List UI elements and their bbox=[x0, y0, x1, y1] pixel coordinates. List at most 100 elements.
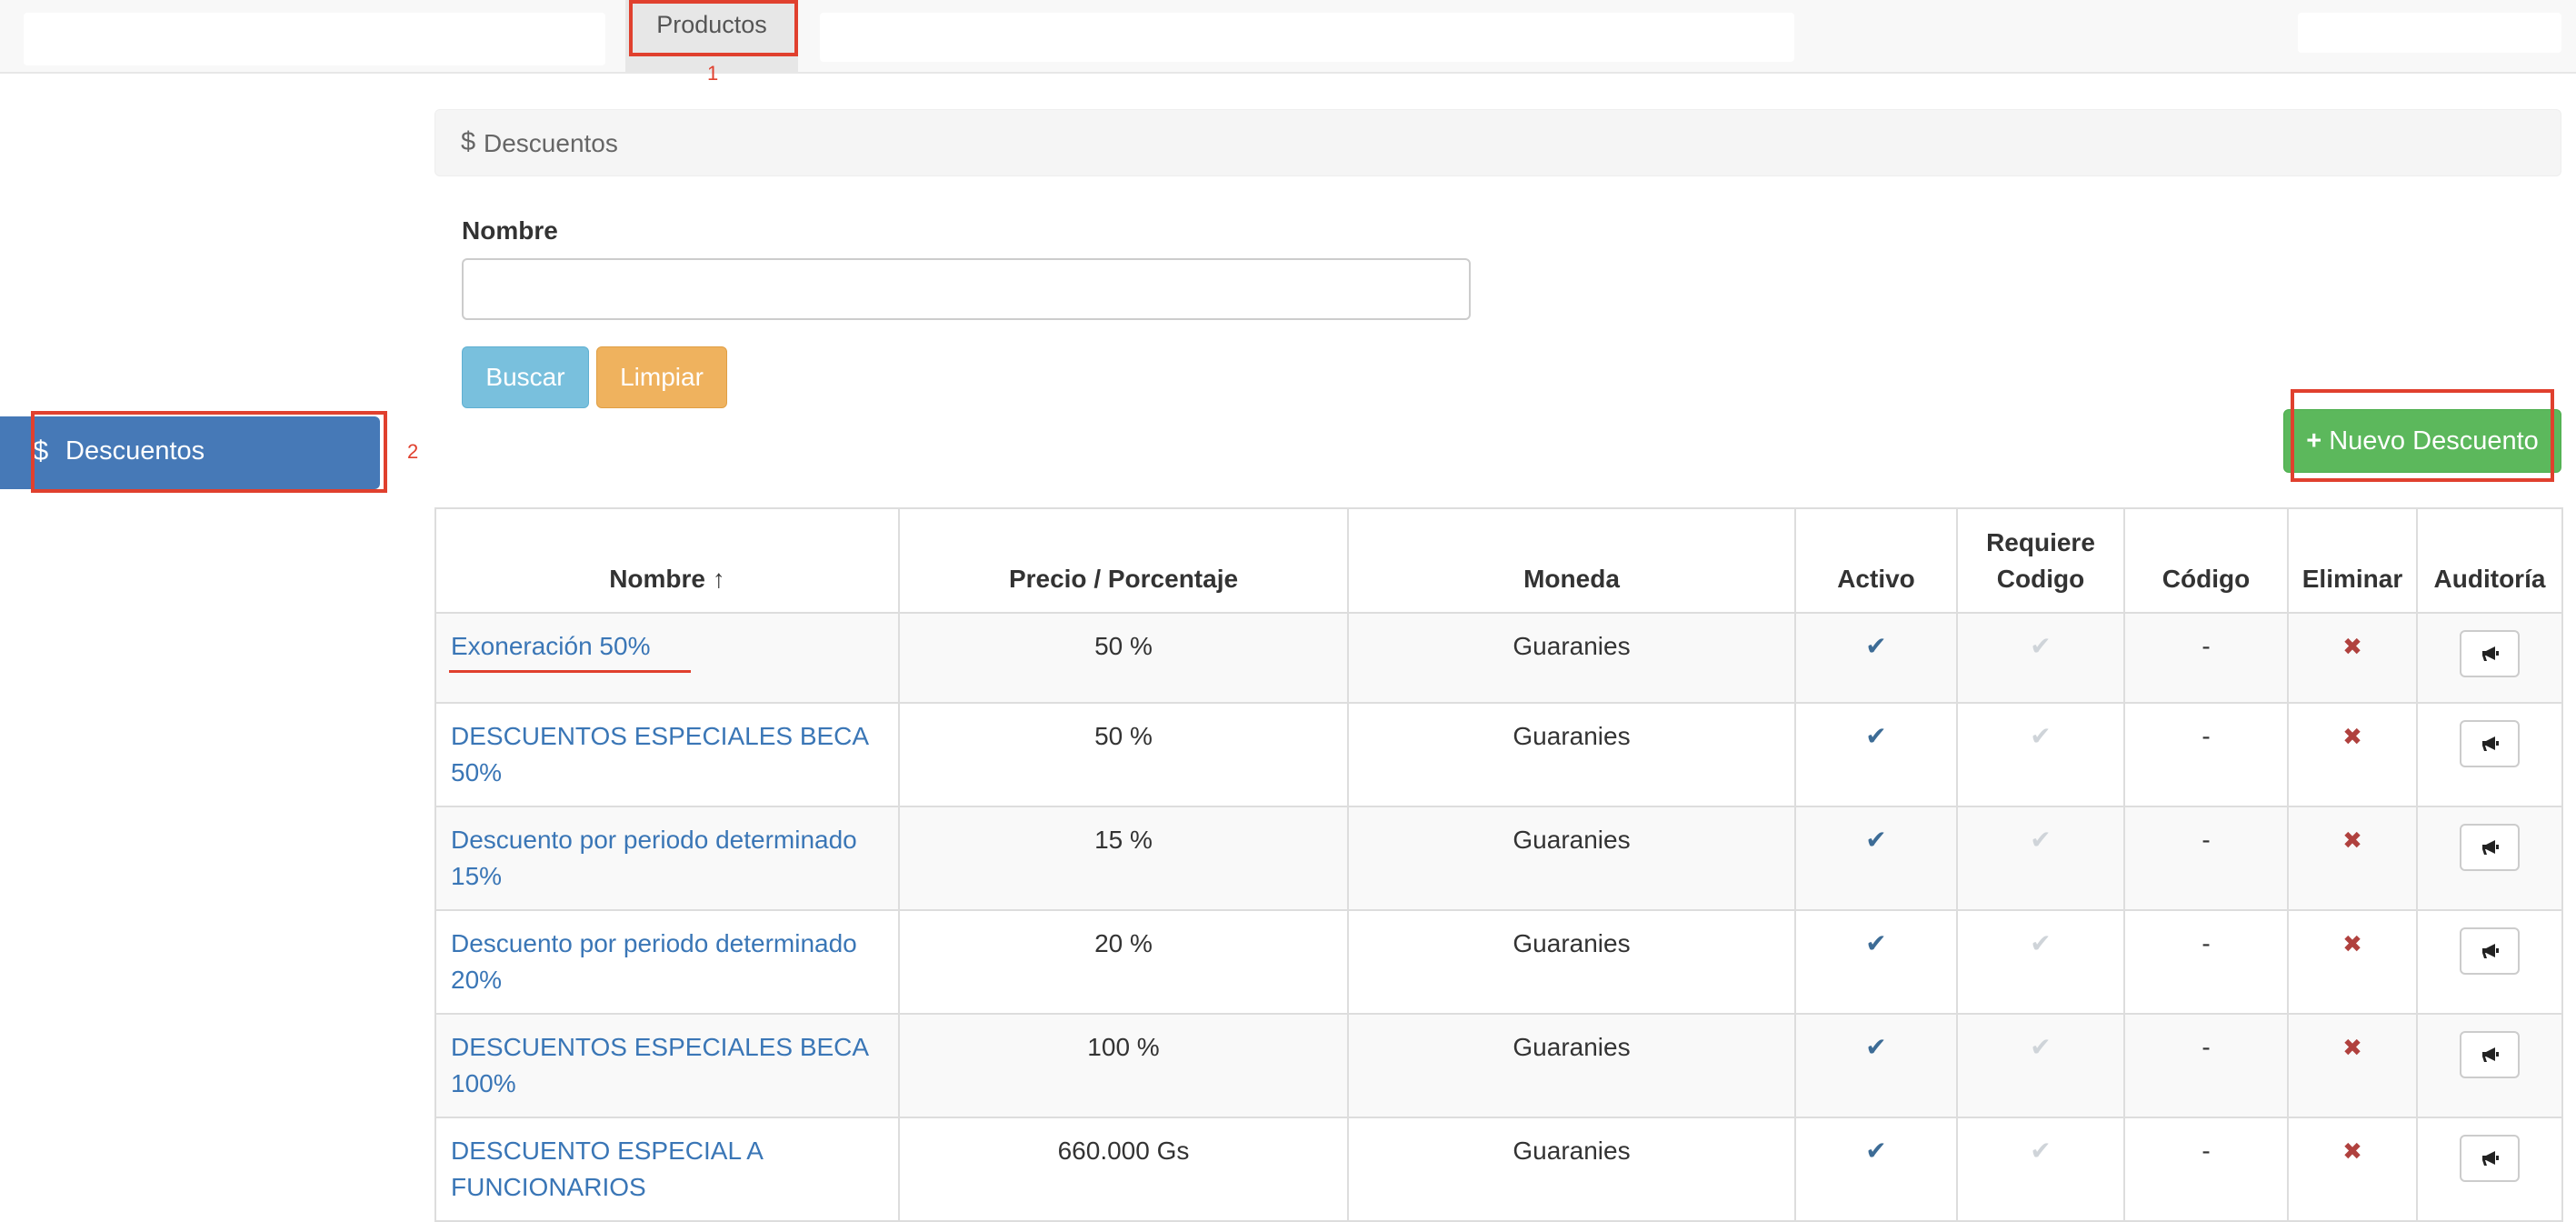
cell-requiere-codigo: ✔ bbox=[1956, 1117, 2125, 1222]
buscar-button[interactable]: Buscar bbox=[462, 346, 589, 408]
check-icon: ✔ bbox=[2030, 1137, 2052, 1165]
audit-button[interactable] bbox=[2460, 630, 2520, 677]
column-header-requiere-codigo[interactable]: Requiere Codigo bbox=[1956, 507, 2125, 614]
navbar-placeholder-right bbox=[2298, 13, 2561, 53]
top-navbar: Productos bbox=[0, 0, 2576, 74]
column-header-eliminar: Eliminar bbox=[2287, 507, 2418, 614]
cell-eliminar: ✖ bbox=[2287, 909, 2418, 1015]
cell-moneda: Guaranies bbox=[1347, 1013, 1796, 1118]
delete-icon[interactable]: ✖ bbox=[2342, 1034, 2362, 1061]
column-header-activo[interactable]: Activo bbox=[1794, 507, 1958, 614]
cell-moneda: Guaranies bbox=[1347, 806, 1796, 911]
discount-name-link[interactable]: Descuento por periodo determinado 15% bbox=[451, 826, 857, 890]
dollar-icon: $ bbox=[461, 127, 476, 156]
check-icon: ✔ bbox=[2030, 722, 2052, 750]
cell-nombre: Exoneración 50% bbox=[434, 612, 900, 704]
table-body: Exoneración 50% 50 % Guaranies ✔ ✔ - ✖ DESCUENT… bbox=[434, 612, 2563, 1222]
cell-precio: 100 % bbox=[898, 1013, 1349, 1118]
column-header-nombre[interactable]: Nombre ↑ bbox=[434, 507, 900, 614]
column-header-auditoria: Auditoría bbox=[2416, 507, 2563, 614]
check-icon: ✔ bbox=[2030, 1033, 2052, 1061]
cell-activo: ✔ bbox=[1794, 612, 1958, 704]
discount-name-link[interactable]: Exoneración 50% bbox=[451, 632, 650, 660]
cell-requiere-codigo: ✔ bbox=[1956, 806, 2125, 911]
cell-nombre: DESCUENTOS ESPECIALES BECA 50% bbox=[434, 702, 900, 807]
arrow-up-icon: ↑ bbox=[712, 565, 725, 593]
bullhorn-icon bbox=[2482, 1151, 2499, 1166]
cell-requiere-codigo: ✔ bbox=[1956, 702, 2125, 807]
audit-button[interactable] bbox=[2460, 824, 2520, 871]
cell-precio: 20 % bbox=[898, 909, 1349, 1015]
nombre-input[interactable] bbox=[462, 258, 1471, 320]
delete-icon[interactable]: ✖ bbox=[2342, 826, 2362, 854]
cell-auditoria bbox=[2416, 909, 2563, 1015]
column-header-precio[interactable]: Precio / Porcentaje bbox=[898, 507, 1349, 614]
cell-nombre: DESCUENTOS ESPECIALES BECA 100% bbox=[434, 1013, 900, 1118]
cell-nombre: Descuento por periodo determinado 20% bbox=[434, 909, 900, 1015]
cell-activo: ✔ bbox=[1794, 1013, 1958, 1118]
panel-header: $ Descuentos bbox=[434, 109, 2561, 176]
delete-icon[interactable]: ✖ bbox=[2342, 723, 2362, 750]
cell-auditoria bbox=[2416, 612, 2563, 704]
column-header-codigo[interactable]: Código bbox=[2123, 507, 2289, 614]
discount-name-link[interactable]: Descuento por periodo determinado 20% bbox=[451, 929, 857, 994]
cell-eliminar: ✖ bbox=[2287, 702, 2418, 807]
nombre-label: Nombre bbox=[462, 216, 558, 245]
cell-nombre: Descuento por periodo determinado 15% bbox=[434, 806, 900, 911]
cell-activo: ✔ bbox=[1794, 909, 1958, 1015]
bullhorn-icon bbox=[2482, 1047, 2499, 1062]
cell-eliminar: ✖ bbox=[2287, 612, 2418, 704]
cell-moneda: Guaranies bbox=[1347, 612, 1796, 704]
audit-button[interactable] bbox=[2460, 1031, 2520, 1078]
cell-codigo: - bbox=[2123, 806, 2289, 911]
table-row: DESCUENTOS ESPECIALES BECA 100% 100 % Guar… bbox=[434, 1013, 2563, 1118]
navbar-placeholder-center bbox=[820, 13, 1794, 62]
table-row: Descuento por periodo determinado 20% 20 … bbox=[434, 909, 2563, 1015]
cell-eliminar: ✖ bbox=[2287, 1013, 2418, 1118]
cell-eliminar: ✖ bbox=[2287, 1117, 2418, 1222]
audit-button[interactable] bbox=[2460, 927, 2520, 975]
bullhorn-icon bbox=[2482, 944, 2499, 958]
check-icon: ✔ bbox=[1865, 632, 1887, 660]
page-title: Descuentos bbox=[484, 129, 618, 157]
descuentos-table: Nombre ↑ Precio / Porcentaje Moneda Acti… bbox=[434, 507, 2563, 1222]
annotation-number-1: 1 bbox=[707, 62, 719, 85]
cell-auditoria bbox=[2416, 1013, 2563, 1118]
cell-codigo: - bbox=[2123, 1013, 2289, 1118]
cell-codigo: - bbox=[2123, 612, 2289, 704]
cell-eliminar: ✖ bbox=[2287, 806, 2418, 911]
cell-auditoria bbox=[2416, 1117, 2563, 1222]
check-icon: ✔ bbox=[1865, 722, 1887, 750]
delete-icon[interactable]: ✖ bbox=[2342, 930, 2362, 957]
cell-codigo: - bbox=[2123, 909, 2289, 1015]
cell-requiere-codigo: ✔ bbox=[1956, 909, 2125, 1015]
discount-name-link[interactable]: DESCUENTO ESPECIAL A FUNCIONARIOS bbox=[451, 1137, 762, 1201]
check-icon: ✔ bbox=[2030, 929, 2052, 957]
discount-name-link[interactable]: DESCUENTOS ESPECIALES BECA 100% bbox=[451, 1033, 868, 1097]
delete-icon[interactable]: ✖ bbox=[2342, 633, 2362, 660]
delete-icon[interactable]: ✖ bbox=[2342, 1137, 2362, 1165]
cell-precio: 660.000 Gs bbox=[898, 1117, 1349, 1222]
cell-moneda: Guaranies bbox=[1347, 909, 1796, 1015]
navbar-placeholder-left bbox=[24, 13, 605, 65]
cell-activo: ✔ bbox=[1794, 702, 1958, 807]
check-icon: ✔ bbox=[2030, 632, 2052, 660]
limpiar-button[interactable]: Limpiar bbox=[596, 346, 727, 408]
table-row: DESCUENTO ESPECIAL A FUNCIONARIOS 660.000… bbox=[434, 1117, 2563, 1222]
check-icon: ✔ bbox=[1865, 1137, 1887, 1165]
discount-name-link[interactable]: DESCUENTOS ESPECIALES BECA 50% bbox=[451, 722, 868, 786]
cell-requiere-codigo: ✔ bbox=[1956, 1013, 2125, 1118]
audit-button[interactable] bbox=[2460, 720, 2520, 767]
check-icon: ✔ bbox=[1865, 1033, 1887, 1061]
annotation-number-2: 2 bbox=[407, 440, 419, 463]
table-row: Exoneración 50% 50 % Guaranies ✔ ✔ - ✖ bbox=[434, 612, 2563, 704]
audit-button[interactable] bbox=[2460, 1135, 2520, 1182]
table-header-row: Nombre ↑ Precio / Porcentaje Moneda Acti… bbox=[434, 507, 2563, 614]
column-header-moneda[interactable]: Moneda bbox=[1347, 507, 1796, 614]
check-icon: ✔ bbox=[2030, 826, 2052, 854]
cell-moneda: Guaranies bbox=[1347, 702, 1796, 807]
bullhorn-icon bbox=[2482, 736, 2499, 751]
bullhorn-icon bbox=[2482, 646, 2499, 661]
annotation-underline bbox=[449, 670, 691, 673]
cell-codigo: - bbox=[2123, 1117, 2289, 1222]
